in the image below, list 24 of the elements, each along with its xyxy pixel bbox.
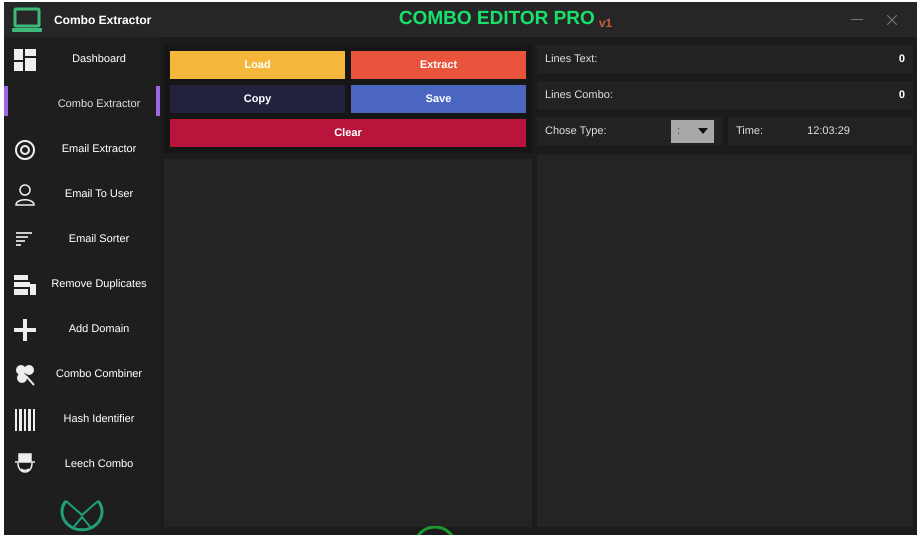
- stat-label: Lines Combo:: [545, 88, 613, 103]
- sidebar-item[interactable]: Email To User: [4, 172, 160, 217]
- type-dropdown[interactable]: :: [671, 120, 714, 142]
- sidebar-item[interactable]: Hash Identifier: [4, 397, 160, 442]
- stat-label: Lines Text:: [545, 52, 598, 67]
- app-title: COMBO EDITOR PRO: [398, 7, 595, 32]
- app-name: Combo Extractor: [54, 12, 152, 28]
- type-label: Chose Type:: [545, 124, 607, 139]
- action-button[interactable]: Save: [351, 85, 526, 113]
- time-value: 12:03:29: [807, 124, 850, 139]
- sidebar-item[interactable]: Remove Duplicates: [4, 262, 160, 307]
- sidebar-item[interactable]: Leech Combo: [4, 442, 160, 487]
- sidebar-item[interactable]: Add Domain: [4, 307, 160, 352]
- action-button[interactable]: Clear: [170, 119, 526, 147]
- action-button[interactable]: Copy: [170, 85, 345, 113]
- sidebar-item[interactable]: Combo Combiner: [4, 352, 160, 397]
- stat-value: 0: [898, 52, 905, 67]
- sidebar-item[interactable]: Email Sorter: [4, 217, 160, 262]
- action-button[interactable]: Extract: [351, 51, 526, 79]
- time-label: Time:: [736, 124, 764, 139]
- stat-value: 0: [898, 88, 905, 103]
- version-label: v1: [598, 14, 612, 32]
- sidebar-item[interactable]: Dashboard: [4, 37, 160, 82]
- sidebar-item[interactable]: Email Extractor: [4, 127, 160, 172]
